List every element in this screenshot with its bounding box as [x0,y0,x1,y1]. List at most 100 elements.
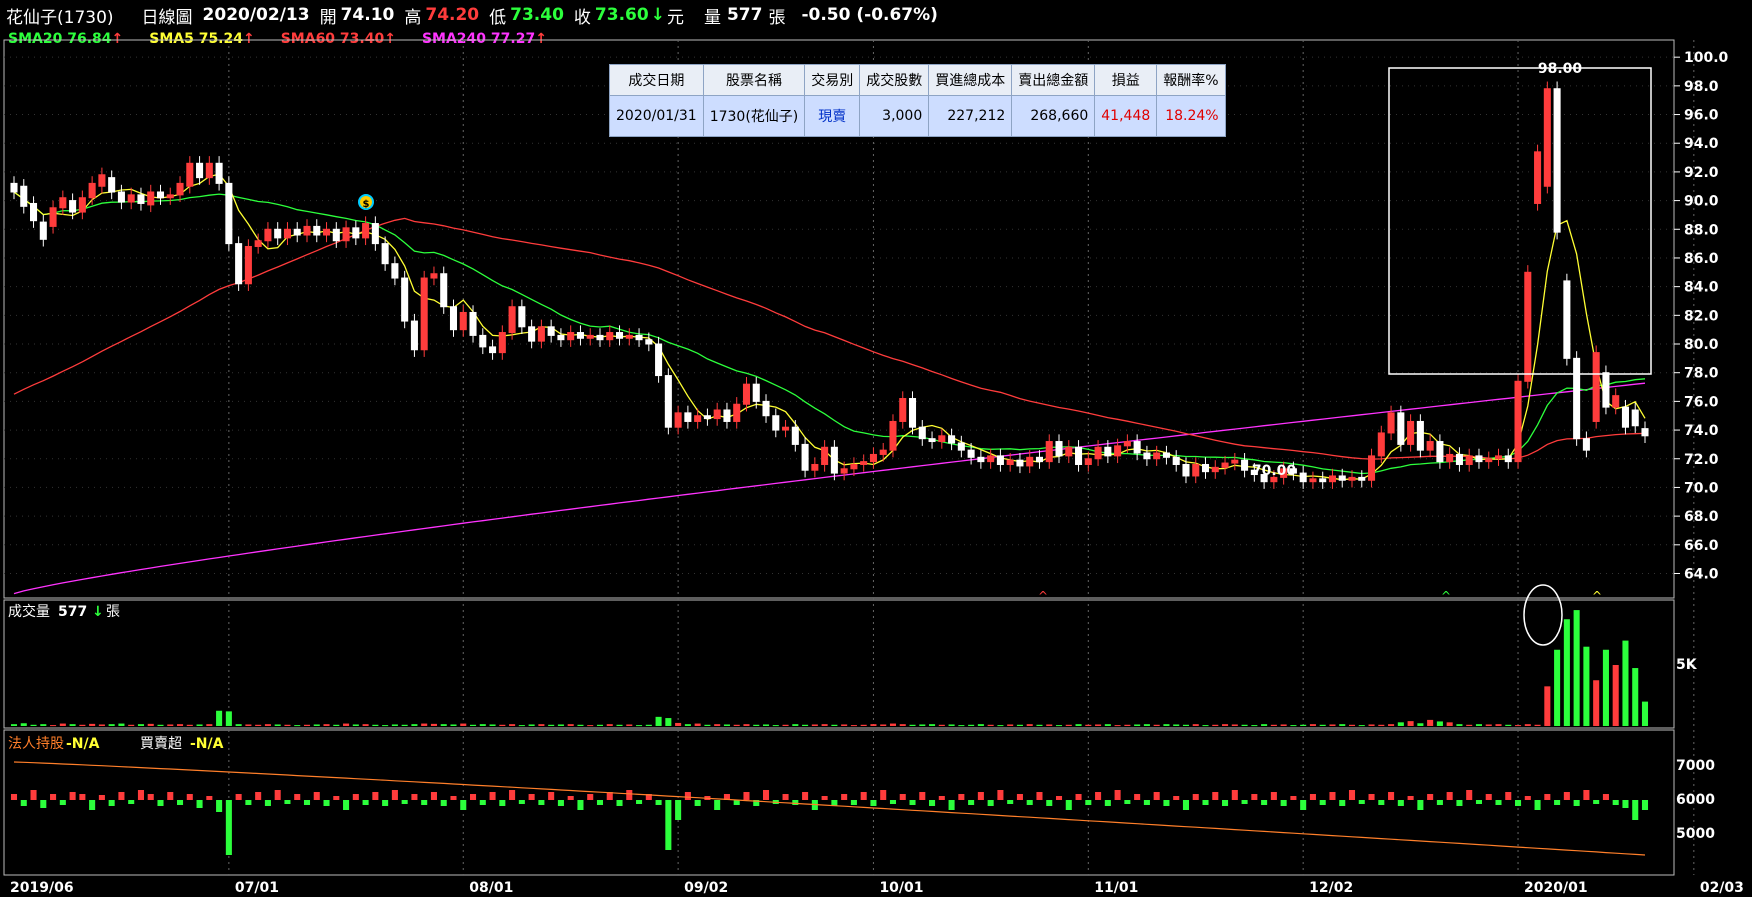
net-buy-bar [1046,800,1053,806]
volume-bar [1515,725,1522,727]
inst-holding-path [13,761,1646,856]
volume-bar [1124,724,1131,726]
candle-down [518,306,526,328]
time-axis-tick-label: 10/01 [879,880,923,896]
candle-up [537,326,545,342]
volume-bar [714,724,721,726]
net-buy-bar [1632,800,1639,820]
net-buy-bar [137,790,144,800]
volume-bar [1134,724,1141,726]
table-row[interactable]: 2020/01/31 1730(花仙子) 現賣 3,000 227,212 26… [609,95,1226,137]
volume-bar [1319,724,1326,726]
candle-up [1446,453,1454,463]
net-buy-bar [841,794,848,800]
candle-up [1368,455,1376,481]
net-buy-bar [450,796,457,800]
net-buy-bar [108,800,115,806]
col-sell-amount: 賣出總金額 [1011,64,1096,96]
volume-bar [1466,724,1473,726]
candle-down [479,334,487,348]
volume-bar [1065,724,1072,726]
candle-down [332,228,340,242]
volume-bar [1456,724,1463,726]
volume-bar [948,724,955,726]
volume-panel-label: 成交量 [8,603,50,620]
candlesticks [10,81,1649,489]
net-buy-bar [1192,794,1199,800]
volume-bar [557,724,564,726]
net-buy-bar [548,792,555,800]
net-buy-bar [1280,800,1287,806]
candle-down [117,191,125,203]
price-axis-tick-label: 88.0 [1684,222,1719,238]
candle-down [547,326,555,336]
col-buy-cost: 買進總成本 [928,64,1013,96]
candle-down [1133,441,1141,454]
volume-bar [1104,724,1111,726]
volume-bar [30,724,37,726]
volume-bar [841,724,848,726]
candle-down [196,162,204,179]
candle-up [733,403,741,422]
candle-down [655,343,663,377]
volume-bar [831,724,838,726]
cell-sell-amount: 268,660 [1011,95,1096,137]
table-header-row: 成交日期 股票名稱 交易別 成交股數 買進總成本 賣出總金額 損益 報酬率% [609,64,1226,96]
volume-bar [362,724,369,726]
candle-down [1055,441,1063,457]
candle-down [391,263,399,279]
candle-down [801,443,809,471]
candle-up [889,420,897,451]
volume-bar [821,724,828,726]
volume-bar [909,724,916,726]
volume-bar [167,724,174,726]
volume-bar [294,725,301,727]
net-buy-bar [1007,800,1014,804]
net-buy-bar [1182,800,1190,810]
volume-bar [548,724,555,726]
net-buy-bar [59,800,66,805]
net-buy-bar [411,794,418,800]
volume-bar [1554,649,1561,726]
triangle-marker-icon: ^ [1038,589,1048,603]
price-axis-tick-label: 100.0 [1684,50,1729,66]
candle-up [606,332,614,341]
volume-bar [235,724,242,726]
candle-down [489,346,497,354]
time-axis-tick-label: 09/02 [684,880,728,896]
net-buy-bar [372,792,379,800]
net-buy-bar [538,800,545,805]
net-buy-bar [518,800,525,804]
volume-bar [1290,725,1297,727]
candle-up [147,191,155,206]
candle-down [762,400,770,417]
net-buy-bar [821,796,828,800]
net-buy-bar [1290,796,1297,800]
net-buy-bar [1573,800,1580,806]
volume-bar [811,724,818,726]
net-buy-bar [303,800,311,805]
col-return: 報酬率% [1156,64,1226,96]
net-buy-bar [1612,800,1619,805]
cell-shares: 3,000 [859,95,930,137]
candle-down [772,415,780,431]
volume-bar [1544,686,1551,726]
volume-bar [40,724,47,726]
net-buy-bar [79,794,86,800]
net-buy-bar [675,800,682,820]
volume-bar [1182,724,1190,726]
net-buy-bar [98,795,105,800]
net-buy-bar [1495,800,1502,805]
volume-bar [245,724,252,726]
candle-up [782,426,790,431]
candle-down [977,456,985,463]
inst-axis-tick: 6000 [1676,792,1715,808]
trade-record-table: 成交日期 股票名稱 交易別 成交股數 買進總成本 賣出總金額 損益 報酬率% 2… [609,64,1226,137]
net-buy-bar [391,790,398,800]
net-buy-bar [1593,800,1600,804]
candle-down [928,438,936,443]
candle-down [1319,478,1327,483]
candle-down [1201,463,1210,473]
time-axis-tick-label: 08/01 [469,880,513,896]
volume-bar [723,724,730,726]
